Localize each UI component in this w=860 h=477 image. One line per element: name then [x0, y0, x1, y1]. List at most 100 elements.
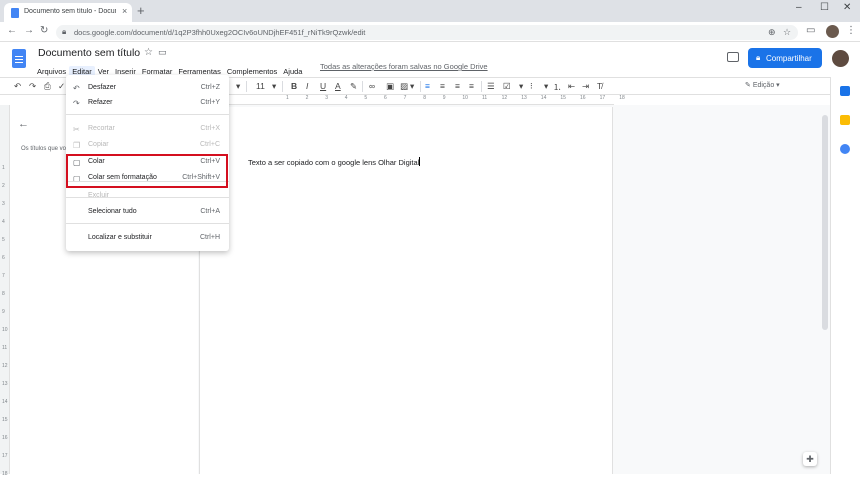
browser-tab[interactable]: Documento sem título - Docum ×	[4, 3, 132, 22]
text-color-icon[interactable]: A	[335, 81, 341, 91]
checklist-dropdown-icon[interactable]: ▾	[519, 81, 523, 92]
docs-logo-icon[interactable]	[12, 49, 26, 68]
bookmark-star-icon[interactable]: ☆	[783, 27, 791, 38]
align-center-icon[interactable]: ≡	[440, 81, 445, 91]
increase-indent-icon[interactable]: ⇥	[582, 81, 589, 92]
link-icon[interactable]: ∞	[369, 81, 375, 91]
menu-item-localizar-e-substituir[interactable]: Localizar e substituir Ctrl+H	[66, 231, 229, 246]
tab-close-icon[interactable]: ×	[122, 6, 127, 16]
highlight-icon[interactable]: ✎	[350, 81, 357, 92]
profile-avatar[interactable]	[826, 25, 839, 38]
ruler-mark: 17	[599, 95, 606, 101]
document-body-text[interactable]: Texto a ser copiado com o google lens Ol…	[248, 157, 421, 167]
side-panel	[830, 77, 860, 474]
align-right-icon[interactable]: ≡	[455, 81, 460, 91]
font-size[interactable]: 11	[256, 81, 265, 91]
font-dropdown-icon[interactable]: ▾	[236, 81, 240, 92]
text-cursor	[419, 157, 421, 166]
minimize-button[interactable]: –	[796, 2, 802, 13]
editing-mode-selector[interactable]: ✎ Edição ▾	[745, 81, 780, 89]
spellcheck-icon[interactable]: ✓	[58, 81, 65, 92]
close-window-button[interactable]: ✕	[843, 2, 851, 13]
print-icon[interactable]: ⎙	[44, 81, 51, 92]
menu-item-shortcut: Ctrl+Z	[200, 84, 220, 91]
lock-icon: 🔒︎	[62, 27, 67, 36]
star-icon[interactable]: ☆	[144, 47, 153, 58]
vertical-ruler-mark: 14	[2, 399, 8, 405]
maximize-button[interactable]: ☐	[820, 2, 829, 13]
explore-icon[interactable]: ✚	[803, 452, 817, 466]
new-tab-button[interactable]: +	[137, 3, 145, 18]
vertical-ruler-mark: 10	[2, 327, 8, 333]
bold-icon[interactable]: B	[291, 81, 297, 91]
menu-item-shortcut: Ctrl+A	[200, 208, 220, 215]
zoom-icon[interactable]: ⊕	[768, 27, 776, 38]
menu-item-selecionar-tudo[interactable]: Selecionar tudo Ctrl+A	[66, 205, 229, 220]
bulleted-list-dropdown-icon[interactable]: ▾	[544, 81, 548, 92]
vertical-ruler-mark: 17	[2, 453, 8, 459]
chrome-menu-icon[interactable]: ⋮	[846, 25, 856, 36]
menu-item-copiar: ❐ Copiar Ctrl+C	[66, 138, 229, 153]
menu-item-refazer[interactable]: ↷ Refazer Ctrl+Y	[66, 96, 229, 111]
menu-item-desfazer[interactable]: ↶ Desfazer Ctrl+Z	[66, 81, 229, 96]
redo-icon: ↷	[73, 99, 80, 108]
menu-ajuda[interactable]: Ajuda	[280, 66, 305, 77]
ruler-mark: 16	[580, 95, 586, 101]
close-outline-icon[interactable]: ←	[18, 118, 29, 130]
underline-icon[interactable]: U	[320, 81, 326, 91]
menu-item-label: Refazer	[88, 99, 113, 106]
numbered-list-icon[interactable]: ⒈	[553, 81, 562, 93]
italic-icon[interactable]: I	[306, 81, 308, 91]
ruler-mark: 6	[384, 95, 387, 101]
cast-icon[interactable]: ▭	[806, 25, 815, 36]
image-dropdown-icon[interactable]: ▾	[410, 81, 414, 92]
copy-icon: ❐	[73, 141, 81, 150]
vertical-ruler-mark: 15	[2, 417, 8, 423]
save-status[interactable]: Todas as alterações foram salvas no Goog…	[320, 62, 488, 71]
vertical-scrollbar[interactable]	[822, 115, 828, 330]
share-button[interactable]: 🔒︎ Compartilhar	[748, 48, 822, 68]
ruler-mark: 10	[462, 95, 468, 101]
menu-complementos[interactable]: Complementos	[224, 66, 280, 77]
url-bar[interactable]: 🔒︎ docs.google.com/document/d/1q2P3fhh0U…	[56, 25, 798, 40]
vertical-ruler-mark: 4	[2, 219, 5, 225]
tasks-icon[interactable]	[840, 144, 850, 154]
align-justify-icon[interactable]: ≡	[469, 81, 474, 91]
account-avatar[interactable]	[832, 50, 849, 67]
decrease-indent-icon[interactable]: ⇤	[568, 81, 575, 92]
ruler-mark: 7	[403, 95, 407, 101]
vertical-ruler-mark: 12	[2, 363, 8, 369]
ruler-mark: 3	[325, 95, 328, 101]
menu-item-shortcut: Ctrl+X	[200, 125, 220, 132]
vertical-ruler: 1 2 3 4 5 6 7 8 9 10 11 12 13 14 15 16 17 18	[0, 105, 10, 477]
image-icon[interactable]: ▨	[400, 81, 408, 92]
checklist-icon[interactable]: ☑	[503, 81, 511, 92]
back-icon[interactable]: ←	[7, 25, 17, 36]
undo-icon[interactable]: ↶	[14, 81, 21, 92]
line-spacing-icon[interactable]: ☰	[487, 81, 495, 92]
browser-tab-strip: Documento sem título - Docum × + – ☐ ✕	[0, 0, 860, 22]
clear-formatting-icon[interactable]: T̸	[597, 81, 602, 91]
ruler-mark: 14	[540, 95, 547, 101]
undo-icon: ↶	[73, 84, 80, 93]
menu-arquivos[interactable]: Arquivos	[34, 66, 69, 77]
redo-icon[interactable]: ↷	[29, 81, 36, 92]
ruler-mark: 4	[344, 95, 348, 101]
comment-icon[interactable]: ▣	[386, 81, 394, 92]
bulleted-list-icon[interactable]: ⁝	[530, 81, 533, 92]
keep-icon[interactable]	[840, 115, 850, 125]
document-title[interactable]: Documento sem título	[38, 47, 140, 59]
ruler-mark: 1	[286, 95, 289, 101]
comment-history-icon[interactable]	[727, 52, 739, 62]
font-size-dropdown-icon[interactable]: ▾	[272, 81, 276, 92]
calendar-icon[interactable]	[840, 86, 850, 96]
align-left-icon[interactable]: ≡	[425, 81, 430, 91]
highlight-annotation	[66, 154, 228, 188]
ruler-mark: 18	[619, 95, 625, 101]
move-folder-icon[interactable]: ▭	[158, 47, 167, 58]
forward-icon[interactable]: →	[24, 25, 34, 36]
ruler-mark: 8	[423, 95, 426, 101]
vertical-ruler-mark: 9	[2, 309, 5, 315]
menu-item-label: Desfazer	[88, 84, 117, 91]
reload-icon[interactable]: ↻	[40, 25, 48, 36]
